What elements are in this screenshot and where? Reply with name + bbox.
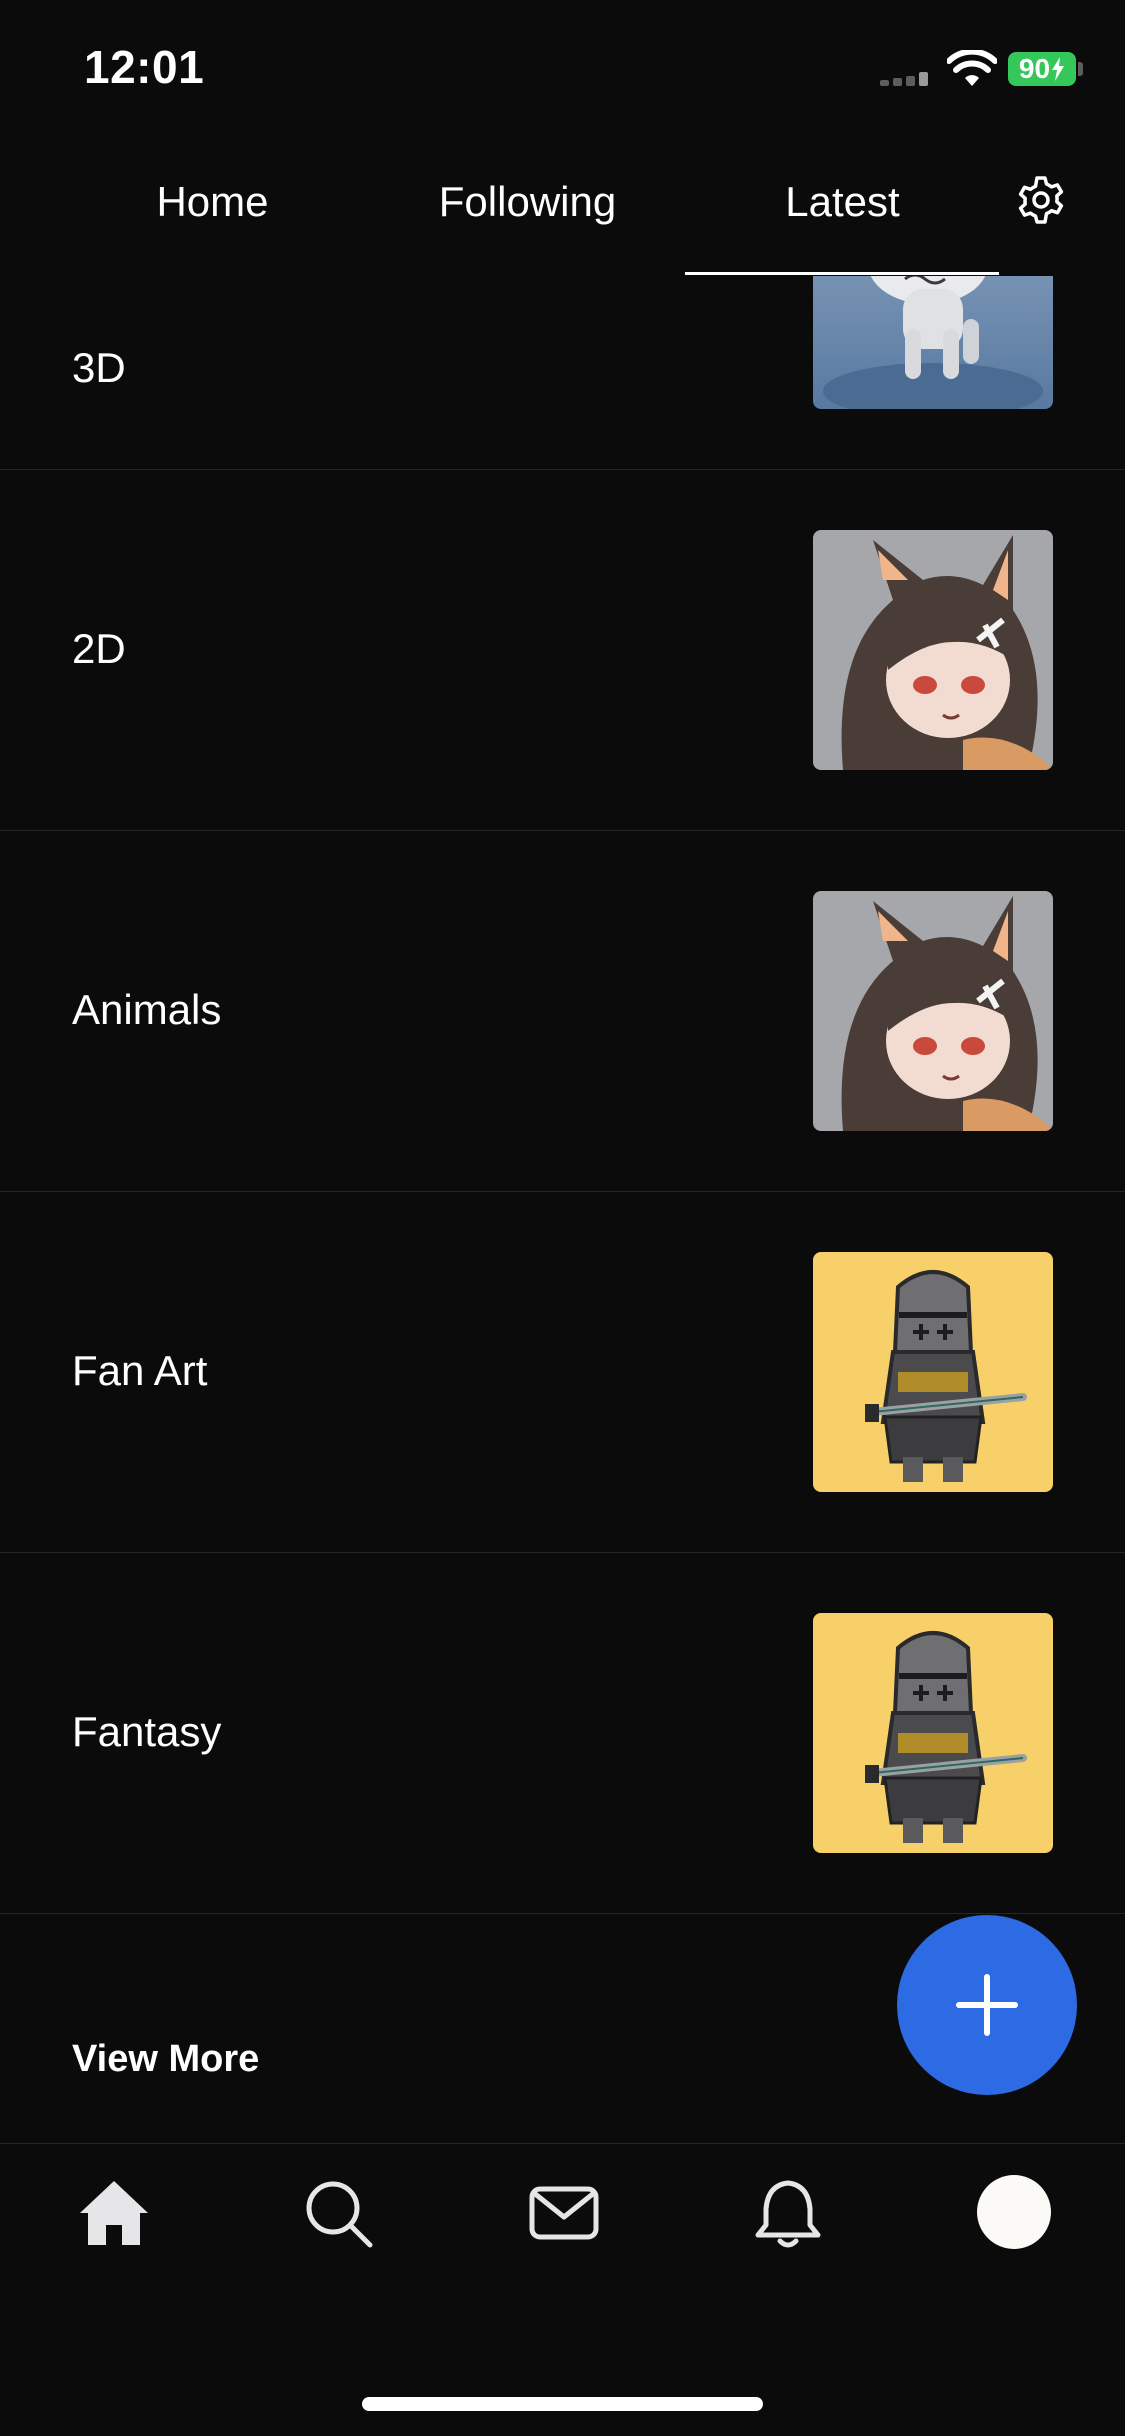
wifi-icon [947,50,997,86]
tab-latest[interactable]: Latest [685,178,1000,226]
bell-icon[interactable] [750,2175,826,2251]
battery-indicator: 90 [1008,52,1076,86]
battery-level: 90 [1018,53,1051,84]
category-row-animals[interactable]: Animals [0,831,1125,1192]
category-row-2d[interactable]: 2D [0,470,1125,831]
battery-nub [1078,62,1083,76]
category-row-3d[interactable]: 3D [0,276,1125,470]
category-thumbnail [813,1613,1053,1853]
tab-selected-indicator [685,272,999,275]
top-tabs: Home Following Latest [0,150,1125,276]
bottom-nav [0,2145,1125,2436]
mail-icon[interactable] [526,2175,602,2251]
status-time: 12:01 [84,41,205,93]
search-icon[interactable] [300,2175,376,2251]
status-bar: 12:01 90 [0,0,1125,132]
profile-avatar[interactable] [977,2175,1051,2249]
category-label: Animals [72,986,222,1033]
create-post-button[interactable] [897,1915,1077,2095]
category-thumbnail [813,276,1053,409]
category-list: 3D 2D Animals Fan Art Fantasy [0,276,1125,1974]
category-thumbnail [813,891,1053,1131]
charging-bolt-icon [1052,57,1065,81]
cellular-signal-icon [880,72,936,86]
settings-gear-icon[interactable] [1015,174,1067,226]
plus-icon [956,1974,1018,2036]
tab-following[interactable]: Following [350,178,705,226]
category-label: 3D [72,344,126,391]
view-more-link[interactable]: View More [72,2038,259,2081]
category-thumbnail [813,1252,1053,1492]
category-label: Fantasy [72,1708,222,1755]
category-label: 2D [72,625,126,672]
home-indicator [362,2397,763,2411]
home-icon[interactable] [76,2175,152,2251]
category-row-fan-art[interactable]: Fan Art [0,1192,1125,1553]
category-row-fantasy[interactable]: Fantasy [0,1553,1125,1914]
category-label: Fan Art [72,1347,208,1394]
category-thumbnail [813,530,1053,770]
